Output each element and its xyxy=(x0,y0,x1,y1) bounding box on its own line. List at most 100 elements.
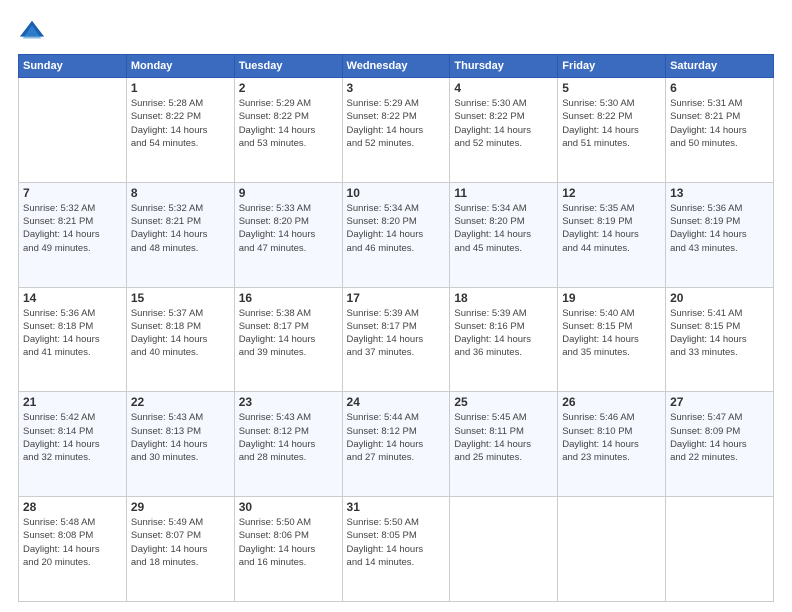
day-info: Sunrise: 5:41 AM Sunset: 8:15 PM Dayligh… xyxy=(670,307,769,360)
day-number: 7 xyxy=(23,186,122,200)
calendar-table: SundayMondayTuesdayWednesdayThursdayFrid… xyxy=(18,54,774,602)
calendar-cell: 17Sunrise: 5:39 AM Sunset: 8:17 PM Dayli… xyxy=(342,287,450,392)
calendar-cell: 25Sunrise: 5:45 AM Sunset: 8:11 PM Dayli… xyxy=(450,392,558,497)
day-number: 1 xyxy=(131,81,230,95)
calendar-week-5: 28Sunrise: 5:48 AM Sunset: 8:08 PM Dayli… xyxy=(19,497,774,602)
calendar-cell: 21 Sunrise: 5:42 AM Sunset: 8:14 PM Dayli… xyxy=(19,392,127,497)
day-info: Sunrise: 5:34 AM Sunset: 8:20 PM Dayligh… xyxy=(347,202,446,255)
day-number: 31 xyxy=(347,500,446,514)
calendar-cell: 24 Sunrise: 5:44 AM Sunset: 8:12 PM Dayli… xyxy=(342,392,450,497)
day-info: Sunrise: 5:32 AM Sunset: 8:21 PM Dayligh… xyxy=(23,202,122,255)
calendar-cell: 10 Sunrise: 5:34 AM Sunset: 8:20 PM Dayli… xyxy=(342,182,450,287)
day-info: Sunrise: 5:34 AM Sunset: 8:20 PM Dayligh… xyxy=(454,202,553,255)
calendar-cell xyxy=(666,497,774,602)
calendar-cell: 28Sunrise: 5:48 AM Sunset: 8:08 PM Dayli… xyxy=(19,497,127,602)
day-number: 11 xyxy=(454,186,553,200)
day-number: 23 xyxy=(239,395,338,409)
day-number: 30 xyxy=(239,500,338,514)
calendar-cell: 1 Sunrise: 5:28 AM Sunset: 8:22 PM Daylig… xyxy=(126,78,234,183)
calendar-cell: 18Sunrise: 5:39 AM Sunset: 8:16 PM Dayli… xyxy=(450,287,558,392)
day-number: 20 xyxy=(670,291,769,305)
calendar-header-saturday: Saturday xyxy=(666,55,774,78)
day-number: 8 xyxy=(131,186,230,200)
day-number: 13 xyxy=(670,186,769,200)
day-number: 25 xyxy=(454,395,553,409)
day-info: Sunrise: 5:31 AM Sunset: 8:21 PM Dayligh… xyxy=(670,97,769,150)
header xyxy=(18,18,774,46)
day-info: Sunrise: 5:49 AM Sunset: 8:07 PM Dayligh… xyxy=(131,516,230,569)
calendar-cell: 6 Sunrise: 5:31 AM Sunset: 8:21 PM Daylig… xyxy=(666,78,774,183)
calendar-cell: 30 Sunrise: 5:50 AM Sunset: 8:06 PM Dayli… xyxy=(234,497,342,602)
day-number: 26 xyxy=(562,395,661,409)
calendar-header-friday: Friday xyxy=(558,55,666,78)
day-number: 5 xyxy=(562,81,661,95)
calendar-week-1: 1 Sunrise: 5:28 AM Sunset: 8:22 PM Daylig… xyxy=(19,78,774,183)
day-number: 10 xyxy=(347,186,446,200)
calendar-week-3: 14 Sunrise: 5:36 AM Sunset: 8:18 PM Dayli… xyxy=(19,287,774,392)
day-info: Sunrise: 5:30 AM Sunset: 8:22 PM Dayligh… xyxy=(454,97,553,150)
day-info: Sunrise: 5:50 AM Sunset: 8:05 PM Dayligh… xyxy=(347,516,446,569)
calendar-cell: 12Sunrise: 5:35 AM Sunset: 8:19 PM Dayli… xyxy=(558,182,666,287)
day-info: Sunrise: 5:30 AM Sunset: 8:22 PM Dayligh… xyxy=(562,97,661,150)
calendar-cell: 29Sunrise: 5:49 AM Sunset: 8:07 PM Dayli… xyxy=(126,497,234,602)
day-info: Sunrise: 5:42 AM Sunset: 8:14 PM Dayligh… xyxy=(23,411,122,464)
calendar-cell: 4 Sunrise: 5:30 AM Sunset: 8:22 PM Daylig… xyxy=(450,78,558,183)
calendar-cell xyxy=(19,78,127,183)
day-info: Sunrise: 5:39 AM Sunset: 8:17 PM Dayligh… xyxy=(347,307,446,360)
calendar-cell: 23 Sunrise: 5:43 AM Sunset: 8:12 PM Dayli… xyxy=(234,392,342,497)
day-info: Sunrise: 5:40 AM Sunset: 8:15 PM Dayligh… xyxy=(562,307,661,360)
page: SundayMondayTuesdayWednesdayThursdayFrid… xyxy=(0,0,792,612)
day-info: Sunrise: 5:36 AM Sunset: 8:19 PM Dayligh… xyxy=(670,202,769,255)
calendar-header-row: SundayMondayTuesdayWednesdayThursdayFrid… xyxy=(19,55,774,78)
day-info: Sunrise: 5:36 AM Sunset: 8:18 PM Dayligh… xyxy=(23,307,122,360)
day-info: Sunrise: 5:32 AM Sunset: 8:21 PM Dayligh… xyxy=(131,202,230,255)
calendar-cell: 15 Sunrise: 5:37 AM Sunset: 8:18 PM Dayli… xyxy=(126,287,234,392)
day-info: Sunrise: 5:50 AM Sunset: 8:06 PM Dayligh… xyxy=(239,516,338,569)
calendar-cell: 20 Sunrise: 5:41 AM Sunset: 8:15 PM Dayli… xyxy=(666,287,774,392)
logo-icon xyxy=(18,18,46,46)
day-info: Sunrise: 5:44 AM Sunset: 8:12 PM Dayligh… xyxy=(347,411,446,464)
day-info: Sunrise: 5:29 AM Sunset: 8:22 PM Dayligh… xyxy=(347,97,446,150)
day-number: 2 xyxy=(239,81,338,95)
day-number: 28 xyxy=(23,500,122,514)
calendar-cell: 7 Sunrise: 5:32 AM Sunset: 8:21 PM Daylig… xyxy=(19,182,127,287)
calendar-cell: 14 Sunrise: 5:36 AM Sunset: 8:18 PM Dayli… xyxy=(19,287,127,392)
calendar-cell: 8 Sunrise: 5:32 AM Sunset: 8:21 PM Daylig… xyxy=(126,182,234,287)
day-number: 3 xyxy=(347,81,446,95)
day-number: 16 xyxy=(239,291,338,305)
day-info: Sunrise: 5:35 AM Sunset: 8:19 PM Dayligh… xyxy=(562,202,661,255)
logo xyxy=(18,18,50,46)
day-number: 14 xyxy=(23,291,122,305)
day-number: 21 xyxy=(23,395,122,409)
calendar-cell: 26 Sunrise: 5:46 AM Sunset: 8:10 PM Dayli… xyxy=(558,392,666,497)
day-info: Sunrise: 5:38 AM Sunset: 8:17 PM Dayligh… xyxy=(239,307,338,360)
calendar-cell: 22Sunrise: 5:43 AM Sunset: 8:13 PM Dayli… xyxy=(126,392,234,497)
calendar-cell: 27Sunrise: 5:47 AM Sunset: 8:09 PM Dayli… xyxy=(666,392,774,497)
calendar-header-thursday: Thursday xyxy=(450,55,558,78)
calendar-cell: 5 Sunrise: 5:30 AM Sunset: 8:22 PM Daylig… xyxy=(558,78,666,183)
calendar-cell: 19 Sunrise: 5:40 AM Sunset: 8:15 PM Dayli… xyxy=(558,287,666,392)
calendar-week-4: 21 Sunrise: 5:42 AM Sunset: 8:14 PM Dayli… xyxy=(19,392,774,497)
day-info: Sunrise: 5:33 AM Sunset: 8:20 PM Dayligh… xyxy=(239,202,338,255)
calendar-header-wednesday: Wednesday xyxy=(342,55,450,78)
day-info: Sunrise: 5:43 AM Sunset: 8:13 PM Dayligh… xyxy=(131,411,230,464)
day-number: 6 xyxy=(670,81,769,95)
day-info: Sunrise: 5:46 AM Sunset: 8:10 PM Dayligh… xyxy=(562,411,661,464)
calendar-week-2: 7 Sunrise: 5:32 AM Sunset: 8:21 PM Daylig… xyxy=(19,182,774,287)
day-number: 18 xyxy=(454,291,553,305)
day-number: 19 xyxy=(562,291,661,305)
calendar-cell: 9Sunrise: 5:33 AM Sunset: 8:20 PM Daylig… xyxy=(234,182,342,287)
day-number: 15 xyxy=(131,291,230,305)
day-info: Sunrise: 5:29 AM Sunset: 8:22 PM Dayligh… xyxy=(239,97,338,150)
day-info: Sunrise: 5:37 AM Sunset: 8:18 PM Dayligh… xyxy=(131,307,230,360)
day-number: 24 xyxy=(347,395,446,409)
calendar-header-tuesday: Tuesday xyxy=(234,55,342,78)
day-number: 27 xyxy=(670,395,769,409)
calendar-header-monday: Monday xyxy=(126,55,234,78)
day-info: Sunrise: 5:43 AM Sunset: 8:12 PM Dayligh… xyxy=(239,411,338,464)
day-number: 4 xyxy=(454,81,553,95)
day-info: Sunrise: 5:28 AM Sunset: 8:22 PM Dayligh… xyxy=(131,97,230,150)
calendar-cell: 3 Sunrise: 5:29 AM Sunset: 8:22 PM Daylig… xyxy=(342,78,450,183)
calendar-cell: 11 Sunrise: 5:34 AM Sunset: 8:20 PM Dayli… xyxy=(450,182,558,287)
calendar-cell: 13 Sunrise: 5:36 AM Sunset: 8:19 PM Dayli… xyxy=(666,182,774,287)
